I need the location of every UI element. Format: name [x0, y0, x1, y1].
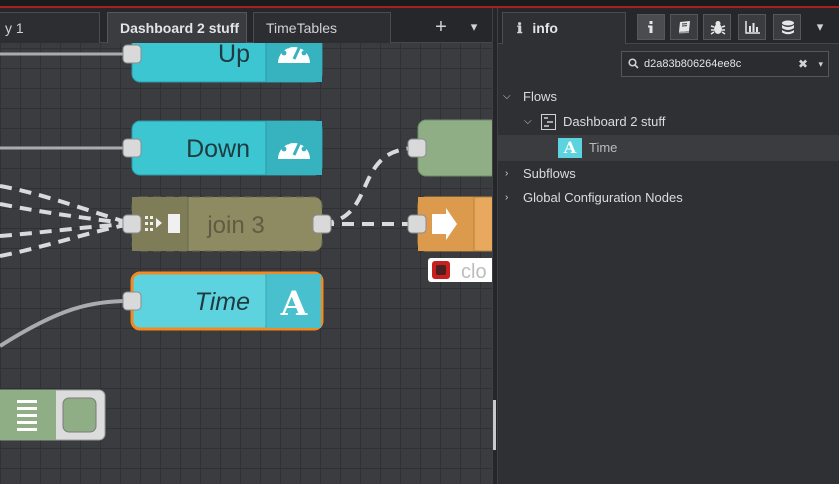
dashboard-button[interactable] [738, 14, 766, 40]
chart-icon [745, 21, 760, 34]
text-a-icon: A [280, 284, 308, 324]
help-button[interactable] [670, 14, 698, 40]
sidebar-menu-button[interactable]: ▾ [808, 16, 832, 40]
chevron-right-icon[interactable]: › [505, 161, 508, 187]
flow-workspace[interactable]: Up Down join 3 Time A clo y 1 Dashboard … [0, 8, 492, 484]
node-up-input-port[interactable] [122, 44, 142, 64]
info-icon [648, 21, 653, 33]
info-icon: ℹ [517, 20, 523, 36]
node-down[interactable]: Down [122, 120, 323, 176]
info-button[interactable] [637, 14, 665, 40]
context-data-button[interactable] [773, 14, 801, 40]
node-down-input-port[interactable] [122, 138, 142, 158]
status-text: clo [461, 261, 487, 283]
chevron-down-icon[interactable]: ⌵ [503, 84, 511, 110]
wire-time [0, 299, 133, 348]
node-time[interactable]: Time A [122, 271, 324, 331]
clear-search-icon[interactable]: ✖ [798, 52, 808, 76]
tree-item-node-time[interactable]: A Time [498, 135, 839, 161]
debug-button[interactable] [703, 14, 731, 40]
node-down-label: Down [186, 135, 250, 163]
node-join[interactable]: join 3 [122, 196, 332, 252]
search-value: d2a83b806264ee8c [644, 58, 742, 70]
sidebar-tab-info[interactable]: ℹ info [502, 12, 626, 44]
node-green-input-port[interactable] [407, 138, 427, 158]
workspace-tabbar: y 1 Dashboard 2 stuff TimeTables + ▾ [0, 8, 492, 43]
bug-icon [710, 21, 726, 35]
wire-join-in-1 [0, 184, 133, 226]
node-orange-input-port[interactable] [407, 214, 427, 234]
node-join-output-port[interactable] [312, 214, 332, 234]
flow-list-menu-button[interactable]: ▾ [462, 16, 486, 40]
node-bottom-left[interactable] [0, 389, 106, 441]
node-join-input-port[interactable] [122, 214, 142, 234]
wire-join-in-3 [0, 222, 133, 238]
node-time-input-port[interactable] [122, 291, 142, 311]
tab-flow-1[interactable]: y 1 [0, 12, 100, 43]
chevron-down-icon[interactable]: ⌵ [524, 109, 532, 135]
chevron-right-icon[interactable]: › [505, 185, 508, 211]
tree-item-global-config[interactable]: › Global Configuration Nodes [498, 185, 839, 211]
tree-item-flow-dashboard-2-stuff[interactable]: ⌵ Dashboard 2 stuff [498, 109, 839, 135]
node-orange[interactable] [407, 196, 492, 252]
node-up-label: Up [218, 40, 250, 68]
sidebar-resize-handle[interactable] [493, 400, 496, 450]
sidebar: ℹinfo ▾ d2a83b806264ee8c ✖ ▾ ⌵ Flows ⌵ [498, 8, 839, 484]
add-flow-button[interactable]: + [429, 16, 453, 40]
wire-join-out-2 [321, 146, 419, 226]
tab-dashboard-2-stuff[interactable]: Dashboard 2 stuff [107, 12, 247, 43]
node-time-label: Time [195, 288, 250, 316]
top-bar [0, 0, 839, 8]
node-green[interactable] [407, 119, 492, 177]
tree-item-flows[interactable]: ⌵ Flows [498, 84, 839, 110]
tree-item-subflows[interactable]: › Subflows [498, 161, 839, 187]
tab-timetables[interactable]: TimeTables [253, 12, 391, 43]
database-icon [782, 20, 794, 35]
flow-canvas[interactable]: Up Down join 3 Time A clo [0, 8, 492, 484]
node-join-label: join 3 [206, 212, 264, 239]
search-input[interactable]: d2a83b806264ee8c ✖ ▾ [621, 51, 829, 77]
status-badge: clo [428, 258, 492, 283]
node-bottom-left-button[interactable] [62, 397, 97, 433]
text-a-icon: A [558, 138, 582, 158]
flow-icon [541, 114, 556, 130]
wire-join-in-2 [0, 202, 133, 226]
search-options-caret-icon[interactable]: ▾ [818, 52, 823, 76]
book-icon [679, 21, 690, 34]
sidebar-header: ℹ info ▾ [498, 8, 839, 44]
search-icon [628, 58, 639, 69]
